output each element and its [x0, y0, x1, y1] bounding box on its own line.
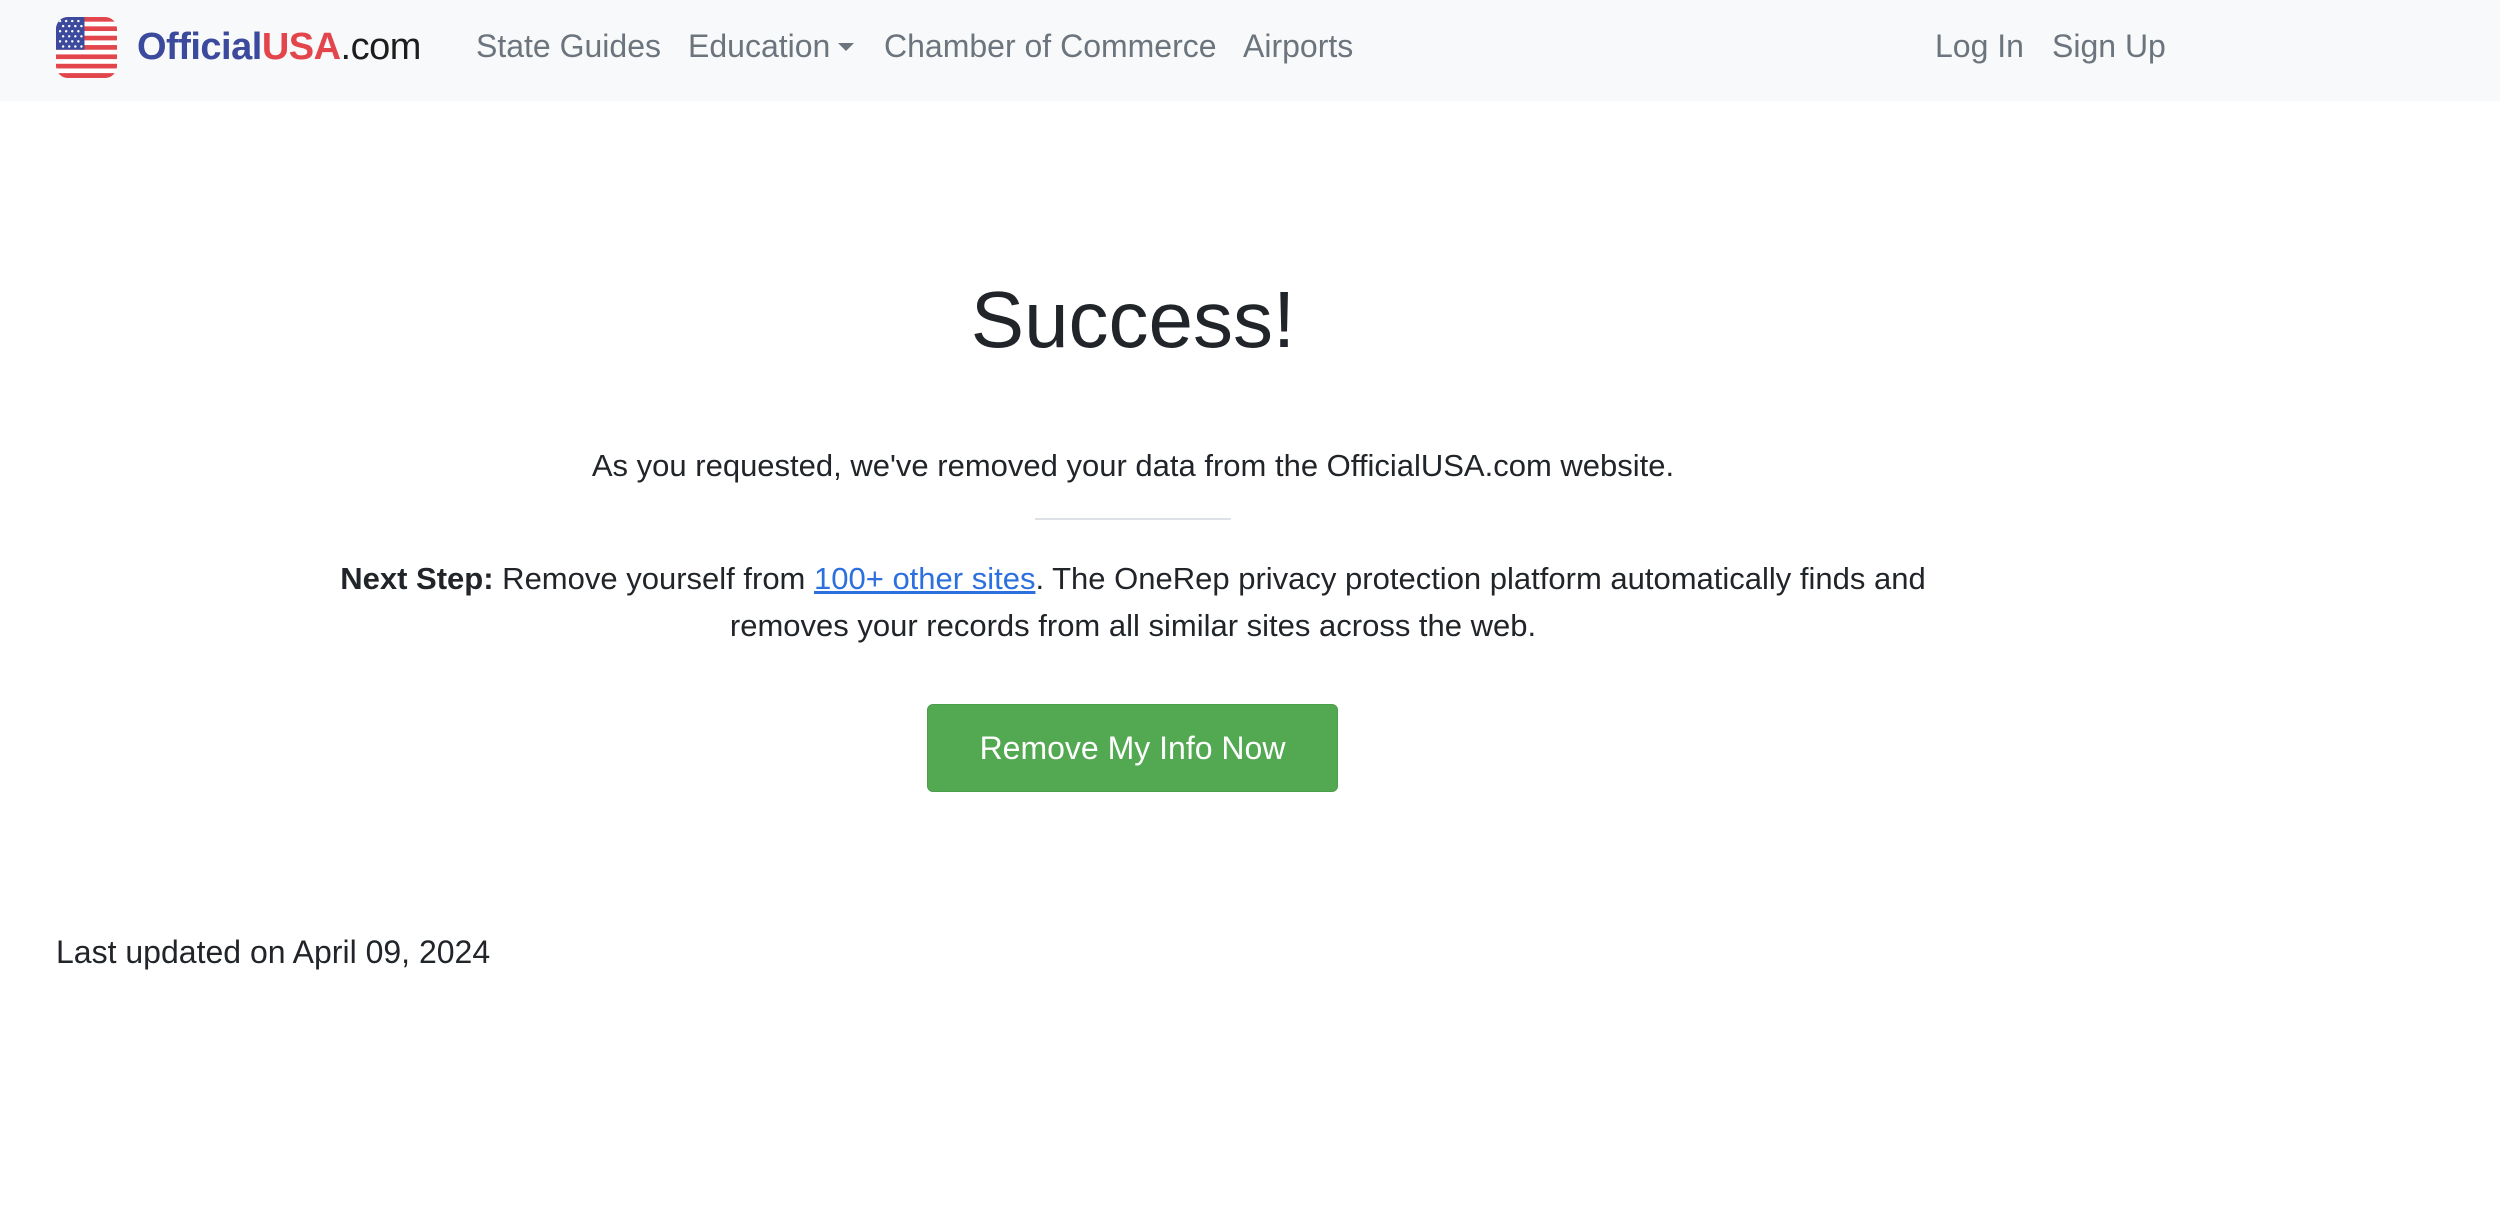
- top-navbar: OfficialUSA.com State Guides Education C…: [0, 0, 2500, 101]
- last-updated-text: Last updated on April 09, 2024: [56, 934, 491, 970]
- nav-education-label: Education: [688, 28, 831, 64]
- remove-my-info-button[interactable]: Remove My Info Now: [927, 704, 1338, 792]
- nav-chamber-of-commerce[interactable]: Chamber of Commerce: [884, 26, 1217, 66]
- divider: [1035, 518, 1231, 520]
- us-flag-icon: [56, 16, 117, 78]
- brand-logo-link[interactable]: OfficialUSA.com: [56, 16, 421, 78]
- brand-name: OfficialUSA.com: [137, 28, 421, 66]
- brand-name-official: Official: [137, 26, 262, 68]
- nav-education-dropdown[interactable]: Education: [688, 26, 855, 66]
- page-title: Success!: [970, 275, 1296, 364]
- other-sites-link[interactable]: 100+ other sites: [814, 561, 1035, 596]
- nav-airports[interactable]: Airports: [1243, 26, 1353, 66]
- chevron-down-icon: [838, 43, 855, 51]
- removal-confirmation-message: As you requested, we've removed your dat…: [591, 448, 1675, 483]
- brand-name-com: .com: [340, 26, 422, 68]
- login-link[interactable]: Log In: [1935, 26, 2024, 66]
- next-step-text-before: Remove yourself from: [493, 561, 814, 596]
- nav-state-guides[interactable]: State Guides: [476, 26, 661, 66]
- next-step-paragraph: Next Step: Remove yourself from 100+ oth…: [330, 555, 1936, 649]
- brand-name-usa: USA: [261, 26, 341, 68]
- signup-link[interactable]: Sign Up: [2052, 26, 2166, 66]
- next-step-label: Next Step:: [340, 561, 494, 596]
